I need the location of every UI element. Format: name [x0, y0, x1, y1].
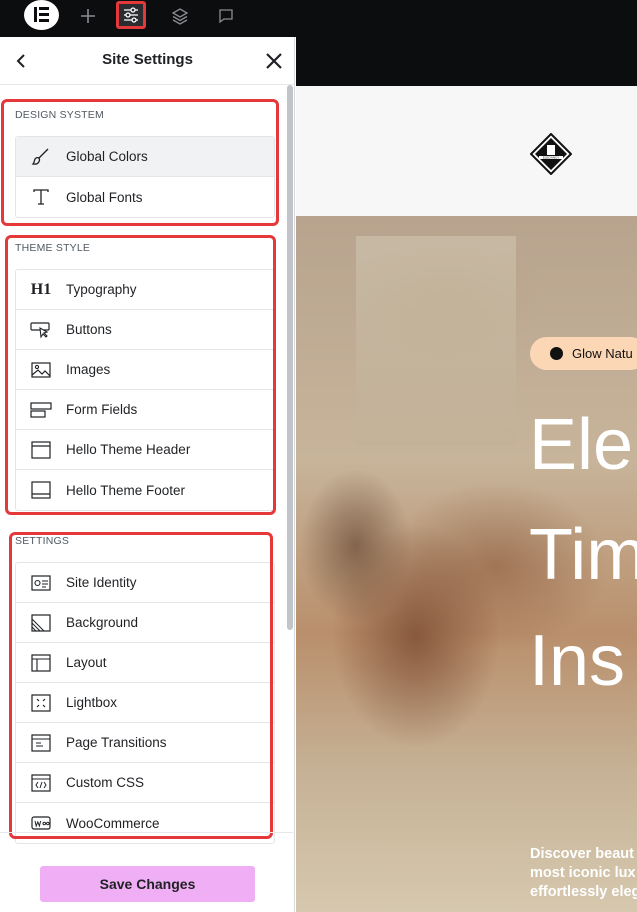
elementor-logo-icon	[34, 7, 49, 22]
menu-item-hello-theme-footer[interactable]: Hello Theme Footer	[16, 470, 274, 510]
header-layout-icon	[16, 440, 66, 459]
comment-icon	[219, 9, 233, 24]
svg-text:ELEGANCY: ELEGANCY	[543, 156, 559, 160]
menu-item-label: Form Fields	[66, 402, 138, 417]
menu-item-label: Hello Theme Footer	[66, 482, 186, 498]
site-logo-icon: ELEGANCY	[529, 132, 573, 176]
menu-item-site-identity[interactable]: Site Identity	[16, 563, 274, 603]
site-identity-icon	[16, 574, 66, 592]
structure-button[interactable]	[165, 2, 195, 30]
menu-item-label: Site Identity	[66, 575, 137, 590]
menu-item-label: Layout	[66, 655, 107, 670]
menu-item-label: Global Fonts	[66, 189, 143, 205]
woocommerce-icon	[16, 815, 66, 831]
close-icon	[266, 53, 282, 69]
hero-heading-line-3: Ins	[529, 621, 626, 701]
layers-icon	[171, 8, 189, 25]
menu-item-form-fields[interactable]: Form Fields	[16, 390, 274, 430]
form-field-icon	[16, 401, 66, 419]
badge-dot-icon	[550, 347, 563, 360]
menu-item-label: WooCommerce	[66, 815, 160, 831]
site-settings-button[interactable]	[116, 1, 146, 29]
hero-heading-line-2: Tim	[529, 515, 637, 595]
hero-paragraph-line-3: effortlessly eleg	[530, 884, 637, 900]
panel-title: Site Settings	[102, 51, 193, 68]
editor-toolbar	[0, 0, 637, 37]
menu-item-custom-css[interactable]: Custom CSS	[16, 763, 274, 803]
hero-paragraph: Discover beaut most iconic lux effortles…	[530, 845, 637, 902]
brush-icon	[16, 147, 66, 167]
menu-item-label: Background	[66, 615, 139, 630]
menu-item-woocommerce[interactable]: WooCommerce	[16, 803, 274, 843]
preview-site-logo[interactable]: ELEGANCY	[529, 132, 573, 180]
hero-badge-text: Glow Natu	[572, 346, 633, 361]
menu-item-typography[interactable]: H1 Typography	[16, 270, 274, 310]
menu-item-label: Images	[66, 362, 111, 377]
panel-header: Site Settings	[0, 37, 295, 85]
hero-paragraph-line-1: Discover beaut	[530, 846, 634, 862]
menu-item-buttons[interactable]: Buttons	[16, 310, 274, 350]
menu-item-label: Custom CSS	[66, 775, 145, 790]
settings-list: Site Identity Background Layout Lightbox…	[15, 562, 275, 844]
menu-item-layout[interactable]: Layout	[16, 643, 274, 683]
section-title-design-system: DESIGN SYSTEM	[15, 109, 104, 121]
hero-badge: Glow Natu	[530, 337, 637, 370]
menu-item-label: Page Transitions	[66, 735, 167, 750]
custom-css-icon	[16, 773, 66, 792]
button-cursor-icon	[16, 321, 66, 339]
site-settings-panel: Site Settings DESIGN SYSTEM Global Color…	[0, 37, 295, 912]
footer-divider	[0, 832, 295, 833]
menu-item-label: Buttons	[66, 322, 112, 337]
background-icon	[16, 613, 66, 632]
layout-icon	[16, 653, 66, 672]
section-title-settings: SETTINGS	[15, 535, 70, 547]
section-title-theme-style: THEME STYLE	[15, 242, 91, 254]
footer-layout-icon	[16, 481, 66, 499]
menu-item-label: Lightbox	[66, 695, 118, 710]
preview-site-header: ELEGANCY	[296, 86, 637, 216]
hero-heading-line-1: Ele	[529, 405, 634, 485]
hero-paragraph-line-2: most iconic lux	[530, 865, 636, 881]
font-t-icon	[16, 187, 66, 207]
menu-item-background[interactable]: Background	[16, 603, 274, 643]
menu-item-label: Hello Theme Header	[66, 442, 191, 457]
hero-background-building	[356, 236, 516, 446]
close-button[interactable]	[264, 51, 284, 71]
plus-icon	[81, 9, 95, 23]
image-icon	[16, 361, 66, 379]
page-transitions-icon	[16, 733, 66, 752]
menu-item-global-colors[interactable]: Global Colors	[16, 137, 274, 177]
add-element-button[interactable]	[73, 2, 103, 30]
elementor-logo[interactable]	[24, 0, 59, 30]
scrollbar-thumb[interactable]	[287, 85, 293, 630]
menu-item-lightbox[interactable]: Lightbox	[16, 683, 274, 723]
menu-item-label: Typography	[66, 282, 137, 297]
menu-item-global-fonts[interactable]: Global Fonts	[16, 177, 274, 217]
menu-item-page-transitions[interactable]: Page Transitions	[16, 723, 274, 763]
save-changes-button[interactable]: Save Changes	[40, 866, 255, 902]
heading-h1-icon: H1	[30, 280, 52, 298]
theme-style-list: H1 Typography Buttons Images Form Fields…	[15, 269, 275, 511]
design-system-list: Global Colors Global Fonts	[15, 136, 275, 218]
lightbox-icon	[16, 693, 66, 712]
menu-item-hello-theme-header[interactable]: Hello Theme Header	[16, 430, 274, 470]
sliders-icon	[124, 7, 138, 23]
menu-item-label: Global Colors	[66, 149, 148, 164]
preview-canvas: ELEGANCY Glow Natu Ele Tim Ins Discover …	[296, 37, 637, 912]
comments-button[interactable]	[211, 2, 241, 30]
menu-item-images[interactable]: Images	[16, 350, 274, 390]
